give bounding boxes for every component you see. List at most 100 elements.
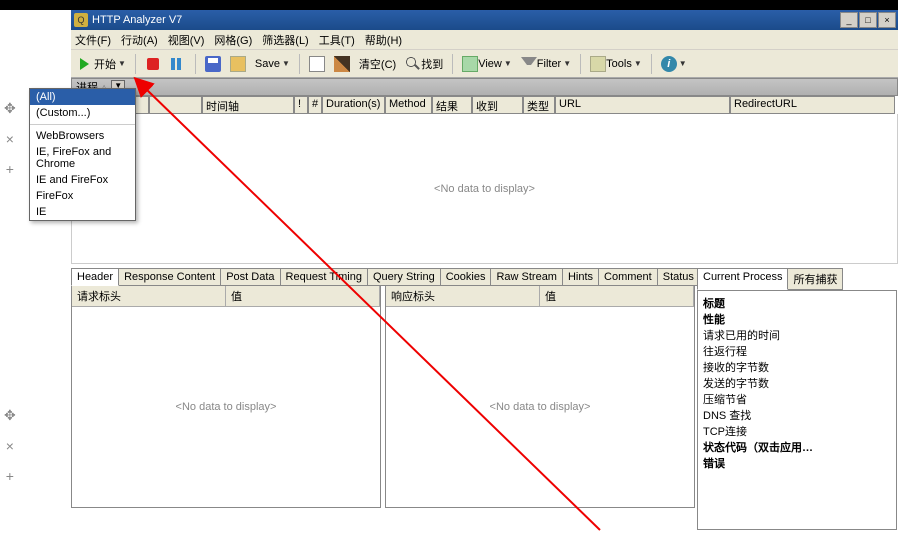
res-value-col[interactable]: 值	[540, 286, 694, 306]
brush-button[interactable]	[331, 54, 353, 74]
separator	[195, 54, 196, 74]
tab-hints[interactable]: Hints	[562, 268, 599, 286]
start-button[interactable]: 开始▼	[75, 54, 129, 74]
dd-ff[interactable]: FireFox	[30, 188, 135, 204]
right-body: 标题 性能 请求已用的时间 往返行程 接收的字节数 发送的字节数 压缩节省 DN…	[697, 290, 897, 530]
menu-action[interactable]: 行动(A)	[121, 32, 158, 48]
col-method[interactable]: Method	[385, 96, 432, 114]
dd-ie-ff-chrome[interactable]: IE, FireFox and Chrome	[30, 144, 135, 172]
dd-all[interactable]: (All)	[30, 89, 135, 105]
separator	[299, 54, 300, 74]
col-blank[interactable]	[149, 96, 202, 114]
find-button[interactable]: 找到	[402, 54, 446, 74]
stat-tcp: TCP连接	[703, 424, 891, 440]
col-redirect[interactable]: RedirectURL	[730, 96, 895, 114]
tab-raw[interactable]: Raw Stream	[490, 268, 563, 286]
menu-help[interactable]: 帮助(H)	[365, 32, 402, 48]
col-ex[interactable]: !	[294, 96, 308, 114]
close-button[interactable]: ×	[878, 12, 896, 28]
plus-icon[interactable]: +	[6, 161, 14, 177]
col-duration[interactable]: Duration(s)	[322, 96, 385, 114]
menubar: 文件(F) 行动(A) 视图(V) 网格(G) 筛选器(L) 工具(T) 帮助(…	[71, 30, 898, 50]
stat-errors: 错误	[703, 456, 891, 472]
col-received[interactable]: 收到	[472, 96, 523, 114]
tab-all-capture[interactable]: 所有捕获	[787, 268, 843, 290]
separator	[651, 54, 652, 74]
app-icon: Q	[74, 13, 88, 27]
dd-webbrowsers[interactable]: WebBrowsers	[30, 128, 135, 144]
request-panel: 请求标头 值 <No data to display>	[71, 285, 381, 508]
brush-icon	[334, 56, 350, 72]
move-icon[interactable]: ✥	[4, 100, 16, 117]
response-empty-text: <No data to display>	[490, 401, 591, 413]
tab-current-process[interactable]: Current Process	[697, 268, 788, 290]
close-icon[interactable]: ×	[6, 438, 14, 454]
stop-icon	[145, 56, 161, 72]
chevron-down-icon: ▼	[563, 59, 571, 68]
process-dropdown-menu: (All) (Custom...) WebBrowsers IE, FireFo…	[29, 88, 136, 221]
doc-button[interactable]	[306, 54, 328, 74]
open-button[interactable]	[227, 54, 249, 74]
grid-body: <No data to display>	[71, 114, 898, 264]
tab-comment[interactable]: Comment	[598, 268, 658, 286]
stat-status-code: 状态代码（双击应用…	[703, 440, 891, 456]
view-menu[interactable]: View▼	[459, 54, 515, 74]
tab-response[interactable]: Response Content	[118, 268, 221, 286]
minimize-button[interactable]: _	[840, 12, 858, 28]
toolbar: 开始▼ Save▼ 清空(C) 找到 View▼ Filter▼ Tools▼ …	[71, 50, 898, 78]
col-timeline[interactable]: 时间轴	[202, 96, 294, 114]
save-button[interactable]	[202, 54, 224, 74]
separator	[452, 54, 453, 74]
doc-icon	[309, 56, 325, 72]
req-value-col[interactable]: 值	[226, 286, 380, 306]
col-type[interactable]: 类型	[523, 96, 555, 114]
move-icon[interactable]: ✥	[4, 407, 16, 424]
req-header-col[interactable]: 请求标头	[72, 286, 226, 306]
tab-post[interactable]: Post Data	[220, 268, 280, 286]
tab-header[interactable]: Header	[71, 268, 119, 286]
grid-header: 偏移 时间轴 ! # Duration(s) Method 结果 收到 类型 U…	[71, 96, 898, 114]
dd-custom[interactable]: (Custom...)	[30, 105, 135, 121]
info-button[interactable]: i▼	[658, 54, 690, 74]
col-result[interactable]: 结果	[432, 96, 472, 114]
tab-request-timing[interactable]: Request Timing	[280, 268, 368, 286]
find-icon	[405, 56, 421, 72]
request-empty-text: <No data to display>	[176, 401, 277, 413]
col-hash[interactable]: #	[308, 96, 322, 114]
play-icon	[78, 56, 94, 72]
pause-icon	[170, 56, 186, 72]
res-header-col[interactable]: 响应标头	[386, 286, 540, 306]
tab-query[interactable]: Query String	[367, 268, 441, 286]
clear-button[interactable]: 清空(C)	[356, 54, 399, 74]
menu-filter[interactable]: 筛选器(L)	[262, 32, 308, 48]
view-icon	[462, 56, 478, 72]
menu-tools[interactable]: 工具(T)	[319, 32, 355, 48]
filter-menu[interactable]: Filter▼	[518, 52, 574, 75]
chevron-down-icon: ▼	[118, 59, 126, 68]
tools-menu[interactable]: Tools▼	[587, 54, 645, 74]
dd-ie-ff[interactable]: IE and FireFox	[30, 172, 135, 188]
right-tabs: Current Process 所有捕获	[697, 268, 897, 290]
response-panel: 响应标头 值 <No data to display>	[385, 285, 695, 508]
titlebar: Q HTTP Analyzer V7	[71, 10, 898, 30]
maximize-button[interactable]: □	[859, 12, 877, 28]
stat-bytes-recv: 接收的字节数	[703, 360, 891, 376]
stop-button[interactable]	[142, 54, 164, 74]
dd-ie[interactable]: IE	[30, 204, 135, 220]
menu-grid[interactable]: 网格(G)	[214, 32, 252, 48]
close-icon[interactable]: ×	[6, 131, 14, 147]
pause-button[interactable]	[167, 54, 189, 74]
menu-file[interactable]: 文件(F)	[75, 32, 111, 48]
response-panel-header: 响应标头 值	[386, 286, 694, 307]
info-icon: i	[661, 56, 677, 72]
plus-icon[interactable]: +	[6, 468, 14, 484]
stat-time-used: 请求已用的时间	[703, 328, 891, 344]
save-icon	[205, 56, 221, 72]
stat-bytes-sent: 发送的字节数	[703, 376, 891, 392]
open-icon	[230, 56, 246, 72]
tab-cookies[interactable]: Cookies	[440, 268, 492, 286]
col-url[interactable]: URL	[555, 96, 730, 114]
chevron-down-icon: ▼	[634, 59, 642, 68]
save-menu[interactable]: Save▼	[252, 56, 293, 72]
menu-view[interactable]: 视图(V)	[168, 32, 205, 48]
